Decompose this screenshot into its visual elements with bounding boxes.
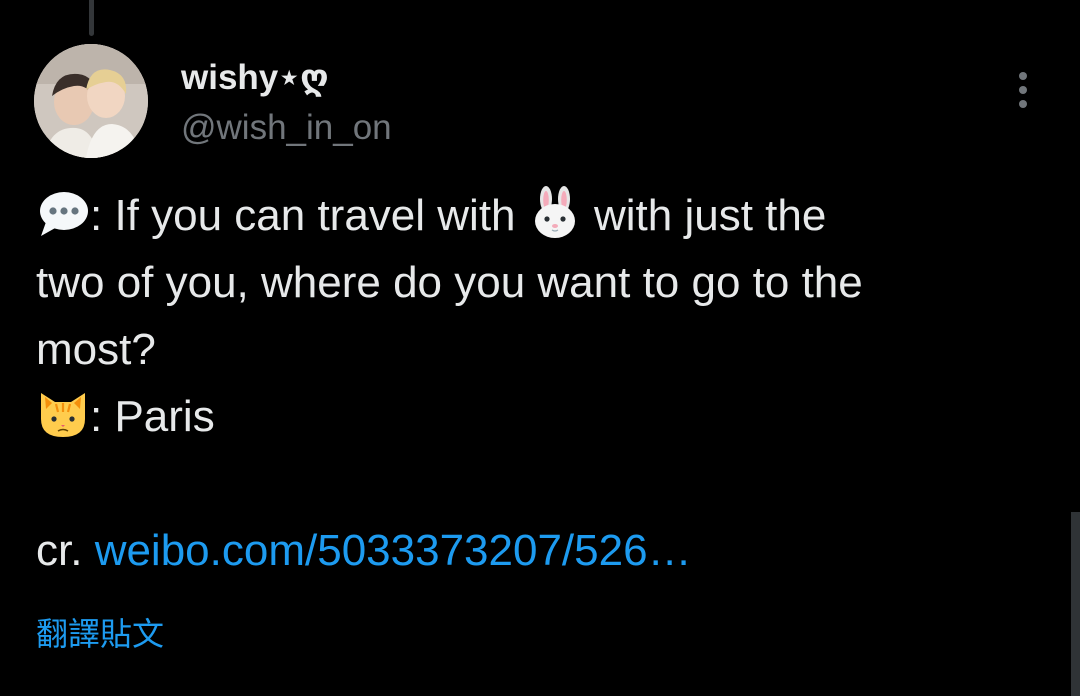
rabbit-face-icon — [528, 186, 582, 240]
tweet-line-1-prefix: : If you can travel with — [90, 191, 516, 240]
weibo-link[interactable]: weibo.com/5033373207/526… — [95, 526, 692, 575]
more-options-icon[interactable] — [1003, 68, 1043, 112]
cat-face-icon — [36, 387, 90, 441]
tweet-text: : If you can travel with with just the t… — [36, 182, 1046, 584]
scrollbar[interactable] — [1071, 512, 1080, 696]
tweet-line-4: : Paris — [36, 383, 1046, 450]
author-display-name[interactable]: wishy⋆ღ — [181, 56, 329, 100]
credit-prefix: cr. — [36, 526, 83, 575]
translate-post-button[interactable]: 翻譯貼文 — [36, 612, 164, 656]
tweet-credit-line: cr. weibo.com/5033373207/526… — [36, 517, 1046, 584]
speech-bubble-icon — [36, 186, 90, 240]
tweet-line-1-suffix: with just the — [594, 191, 827, 240]
tweet-line-3: most? — [36, 325, 156, 374]
thread-connector-line — [89, 0, 94, 36]
tweet-line-4-text: : Paris — [90, 392, 215, 441]
tweet-line-2: two of you, where do you want to go to t… — [36, 258, 863, 307]
tweet-line-1: : If you can travel with with just the — [36, 182, 1046, 249]
avatar[interactable] — [34, 44, 148, 158]
author-handle[interactable]: @wish_in_on — [181, 106, 392, 150]
